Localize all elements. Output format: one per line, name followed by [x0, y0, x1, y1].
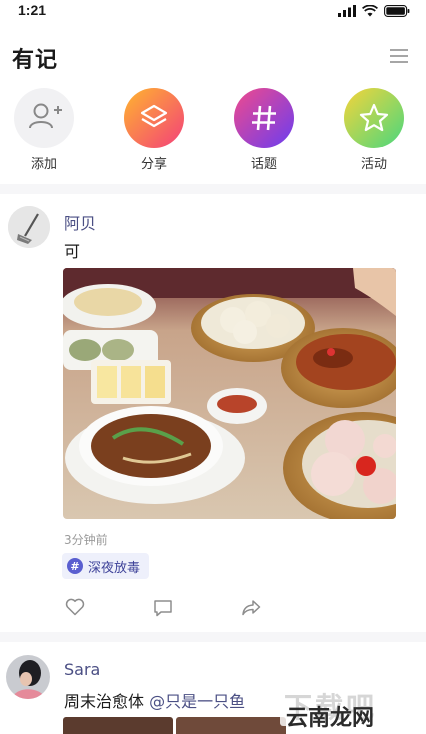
comment-icon[interactable]: [153, 599, 173, 617]
add-label: 添加: [30, 157, 57, 172]
signal-icon: [338, 5, 356, 17]
mention-link[interactable]: @只是一只鱼: [149, 692, 245, 711]
hash-icon: [234, 88, 294, 148]
topic-tag[interactable]: # 深夜放毒: [62, 553, 150, 579]
app-header: 有记: [0, 36, 426, 80]
watermark: 下载吧 云南龙网: [280, 682, 420, 731]
post-timestamp: 3分钟前: [64, 533, 108, 547]
activity-label: 活动: [360, 157, 387, 172]
post-image[interactable]: [176, 717, 286, 734]
section-divider: [0, 632, 426, 642]
layers-icon: [124, 88, 184, 148]
watermark-text: 云南龙网: [286, 706, 375, 731]
activity-button[interactable]: 活动: [334, 88, 414, 172]
post-username[interactable]: 阿贝: [64, 210, 96, 234]
post-text: 周末治愈体 @只是一只鱼: [64, 688, 245, 712]
hash-icon: #: [67, 558, 83, 574]
add-user-icon: [14, 88, 74, 148]
post-text-body: 周末治愈体: [64, 692, 150, 711]
avatar[interactable]: [8, 206, 50, 248]
avatar[interactable]: [6, 655, 50, 699]
post-text: 可: [64, 242, 81, 261]
post-username[interactable]: Sara: [64, 660, 100, 679]
menu-icon[interactable]: [390, 48, 408, 64]
topic-label: 话题: [250, 157, 277, 172]
status-bar: 1:21: [0, 0, 426, 24]
share-label: 分享: [140, 157, 167, 172]
share-button[interactable]: 分享: [114, 88, 194, 172]
topic-button[interactable]: 话题: [224, 88, 304, 172]
post-image[interactable]: [63, 268, 396, 519]
share-icon[interactable]: [241, 599, 261, 617]
post-image[interactable]: [63, 717, 173, 734]
section-divider: [0, 184, 426, 194]
wifi-icon: [362, 5, 378, 17]
page-title: 有记: [12, 48, 59, 73]
like-icon[interactable]: [65, 598, 85, 616]
star-icon: [344, 88, 404, 148]
add-button[interactable]: 添加: [4, 88, 84, 172]
battery-icon: [384, 5, 410, 17]
status-time: 1:21: [18, 2, 47, 18]
status-icons: [338, 5, 410, 17]
quick-actions: 添加 分享 话题 活动: [0, 88, 426, 184]
topic-tag-label: 深夜放毒: [88, 560, 141, 576]
